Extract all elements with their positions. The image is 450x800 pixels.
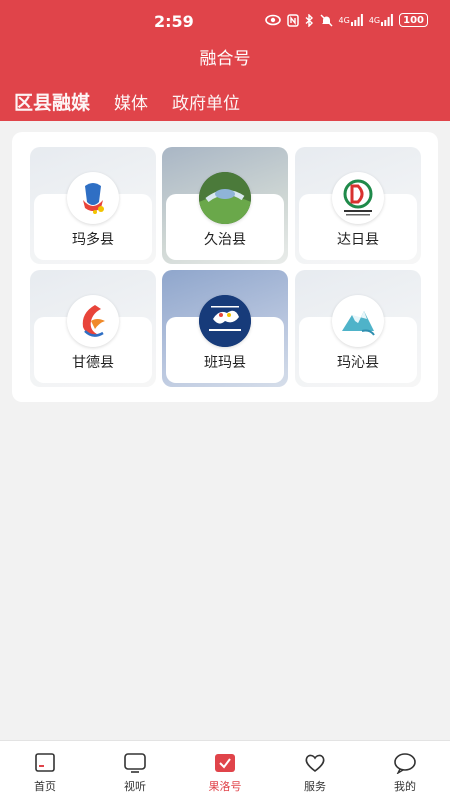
app-header: 2:59 4G 4G 100 融合号 区县融媒 媒体 政府单位 [0,0,450,121]
county-name: 甘德县 [72,355,114,371]
nav-label: 视听 [124,780,146,793]
guoluo-icon [215,754,235,772]
heart-icon [305,754,325,773]
nav-service[interactable]: 服务 [270,741,360,800]
jiuzhi-logo-icon [199,172,251,224]
nav-label: 我的 [394,780,416,793]
home-icon [35,753,55,772]
chat-bubble-icon [394,753,416,774]
nav-label: 服务 [304,780,326,793]
county-name: 班玛县 [204,355,246,371]
nav-av[interactable]: 视听 [90,741,180,800]
maqin-logo-icon [332,295,384,347]
banma-logo-icon [199,295,251,347]
category-tabs: 区县融媒 媒体 政府单位 [14,88,264,115]
eye-icon [264,13,281,27]
county-card-gande[interactable]: 甘德县 [30,270,156,387]
county-grid: 玛多县 久治县 达日县 甘德县 班玛县 玛沁县 [12,132,438,402]
county-card-banma[interactable]: 班玛县 [162,270,288,387]
county-card-maduo[interactable]: 玛多县 [30,147,156,264]
dari-logo-icon [332,172,384,224]
county-card-maqin[interactable]: 玛沁县 [295,270,421,387]
tab-county-media[interactable]: 区县融媒 [14,88,90,115]
signal-4g-icon: 4G [339,13,363,27]
county-card-jiuzhi[interactable]: 久治县 [162,147,288,264]
tab-media[interactable]: 媒体 [114,89,148,114]
page-title: 融合号 [199,49,251,69]
gande-logo-icon [67,295,119,347]
tab-government[interactable]: 政府单位 [172,89,240,114]
mute-icon [320,13,333,27]
status-icons: 4G 4G 100 [264,13,428,27]
nav-mine[interactable]: 我的 [360,741,450,800]
bottom-nav: 首页 视听 果洛号 服务 我的 [0,740,450,800]
signal-label: 4G [368,15,381,25]
nav-guoluo[interactable]: 果洛号 [180,741,270,800]
nav-label: 果洛号 [208,780,242,793]
battery-icon: 100 [399,13,428,27]
county-name: 玛沁县 [337,355,379,371]
status-time: 2:59 [154,12,194,31]
nfc-icon [286,13,299,27]
maduo-logo-icon [67,172,119,224]
county-name: 久治县 [204,232,246,248]
county-name: 玛多县 [72,232,114,248]
tv-icon [124,753,146,773]
bluetooth-icon [305,13,314,27]
signal-4g-icon: 4G [368,13,394,27]
county-card-dari[interactable]: 达日县 [295,147,421,264]
signal-label: 4G [338,15,350,25]
status-bar: 2:59 4G 4G 100 [0,0,450,42]
county-name: 达日县 [337,232,379,248]
nav-label: 首页 [34,780,56,793]
nav-home[interactable]: 首页 [0,741,90,800]
